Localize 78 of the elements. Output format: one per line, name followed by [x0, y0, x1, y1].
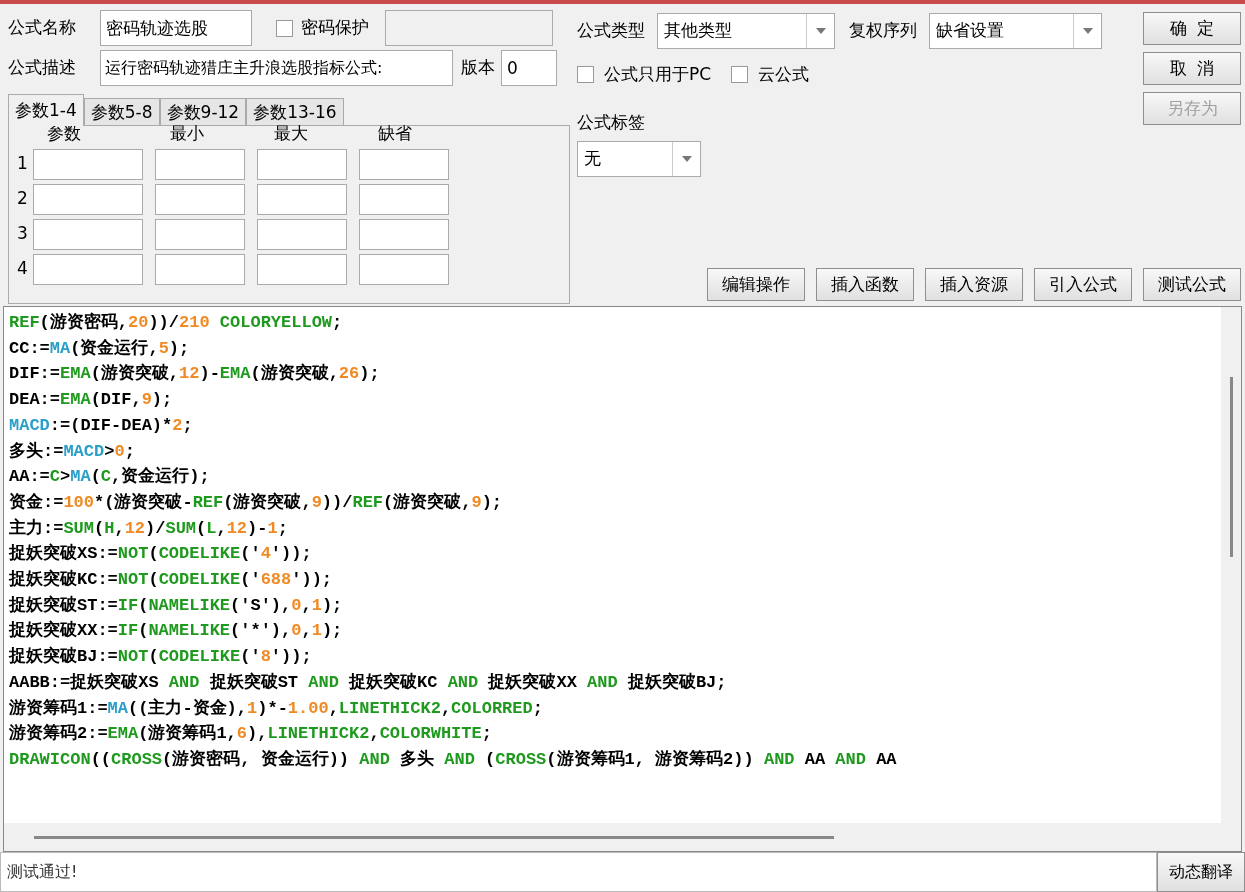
column-header: 参数: [47, 123, 81, 143]
checkbox[interactable]: [276, 19, 293, 37]
checkbox[interactable]: [577, 66, 594, 84]
dialog-button[interactable]: 插入资源: [925, 268, 1023, 301]
param-input[interactable]: [33, 148, 143, 180]
column-header: 最小: [170, 123, 204, 143]
sequence-select[interactable]: 缺省设置: [929, 13, 1102, 49]
code-line: 捉妖突破XX:=IF(NAMELIKE('*'),0,1);: [9, 619, 343, 643]
field-label: 公式名称: [8, 16, 77, 40]
checkbox-label: 公式只用于PC: [604, 63, 712, 86]
tag-select[interactable]: 无: [577, 141, 701, 177]
dialog-button[interactable]: 插入函数: [816, 268, 914, 301]
column-header: 缺省: [378, 123, 412, 143]
param-input[interactable]: [33, 253, 143, 285]
dialog-button[interactable]: 测试公式: [1143, 268, 1241, 301]
param-input[interactable]: [155, 218, 245, 250]
checkbox-label: 密码保护: [301, 16, 369, 40]
row-number: 3: [17, 222, 29, 246]
tab[interactable]: 参数9-12: [159, 98, 247, 126]
param-input[interactable]: [359, 148, 449, 180]
checkbox[interactable]: [731, 66, 749, 84]
code-line: 多头:=MACD>0;: [9, 440, 135, 463]
param-input[interactable]: [155, 183, 245, 215]
code-line: CC:=MA(资金运行,5);: [9, 337, 190, 360]
field-label: 复权序列: [849, 19, 917, 43]
param-input[interactable]: [257, 218, 347, 250]
input-field[interactable]: 0: [501, 50, 557, 86]
param-input[interactable]: [33, 183, 143, 215]
tab[interactable]: 参数13-16: [246, 98, 344, 126]
param-input[interactable]: [155, 148, 245, 180]
param-input[interactable]: [257, 253, 347, 285]
param-input[interactable]: [257, 183, 347, 215]
code-line: 捉妖突破ST:=IF(NAMELIKE('S'),0,1);: [9, 594, 343, 617]
select-value: 缺省设置: [935, 19, 1005, 43]
row-number: 2: [17, 187, 29, 211]
code-line: 游资筹码2:=EMA(游资筹码1,6),LINETHICK2,COLORWHITE;: [9, 723, 492, 746]
code-line: 捉妖突破KC:=NOT(CODELIKE('688'));: [9, 568, 333, 592]
column-header: 最大: [274, 123, 308, 143]
code-line: 资金:=100*(游资突破-REF(游资突破,9))/REF(游资突破,9);: [9, 491, 503, 514]
dialog-button[interactable]: 确 定: [1143, 12, 1241, 45]
param-input[interactable]: [155, 253, 245, 285]
code-line: AA:=C>MA(C,资金运行);: [9, 465, 210, 489]
row-number: 4: [17, 257, 29, 281]
horizontal-scrollbar[interactable]: [4, 823, 1241, 851]
code-line: DEA:=EMA(DIF,9);: [9, 389, 173, 412]
tab[interactable]: 参数5-8: [83, 98, 160, 126]
row-number: 1: [17, 152, 29, 176]
field-label: 公式描述: [8, 56, 77, 80]
field-label: 公式类型: [577, 19, 645, 43]
vertical-scrollbar[interactable]: [1221, 307, 1241, 823]
translate-button[interactable]: 动态翻译: [1157, 852, 1245, 892]
code-line: AABB:=捉妖突破XS AND 捉妖突破ST AND 捉妖突破KC AND 捉妖突破XX AND 捉妖突破BJ;: [9, 671, 727, 694]
field-label: 版本: [461, 56, 495, 80]
param-input[interactable]: [359, 218, 449, 250]
input-field[interactable]: 密码轨迹选股: [100, 10, 252, 46]
code-line: DRAWICON((CROSS(游资密码, 资金运行)) AND 多头 AND (CROSS(游资筹码1, 游资筹码2)) AND AA AND AA: [9, 748, 897, 771]
input-field[interactable]: 运行密码轨迹猎庄主升浪选股指标公式:: [100, 50, 453, 86]
select-value: 其他类型: [663, 19, 733, 43]
param-input[interactable]: [33, 218, 143, 250]
code-line: 捉妖突破XS:=NOT(CODELIKE('4'));: [9, 542, 312, 566]
code-line: 捉妖突破BJ:=NOT(CODELIKE('8'));: [9, 645, 312, 669]
status-message: 测试通过!: [7, 861, 78, 883]
checkbox-label: 云公式: [758, 63, 810, 86]
code-line: MACD:=(DIF-DEA)*2;: [9, 414, 193, 437]
tab[interactable]: 参数1-4: [8, 94, 84, 126]
type-select[interactable]: 其他类型: [657, 13, 835, 49]
code-line: REF(游资密码,20))/210 COLORYELLOW;: [9, 311, 343, 334]
param-input[interactable]: [359, 253, 449, 285]
select-value: 无: [583, 147, 602, 171]
code-line: 游资筹码1:=MA((主力-资金),1)*-1.00,LINETHICK2,COLORRED;: [9, 697, 543, 720]
code-line: DIF:=EMA(游资突破,12)-EMA(游资突破,26);: [9, 362, 380, 386]
dialog-button[interactable]: 编辑操作: [707, 268, 805, 301]
param-input[interactable]: [359, 183, 449, 215]
dialog-button[interactable]: 取 消: [1143, 52, 1241, 85]
code-line: 主力:=SUM(H,12)/SUM(L,12)-1;: [9, 517, 288, 540]
field-label: 公式标签: [577, 110, 645, 134]
dialog-button[interactable]: 引入公式: [1034, 268, 1132, 301]
param-input[interactable]: [257, 148, 347, 180]
